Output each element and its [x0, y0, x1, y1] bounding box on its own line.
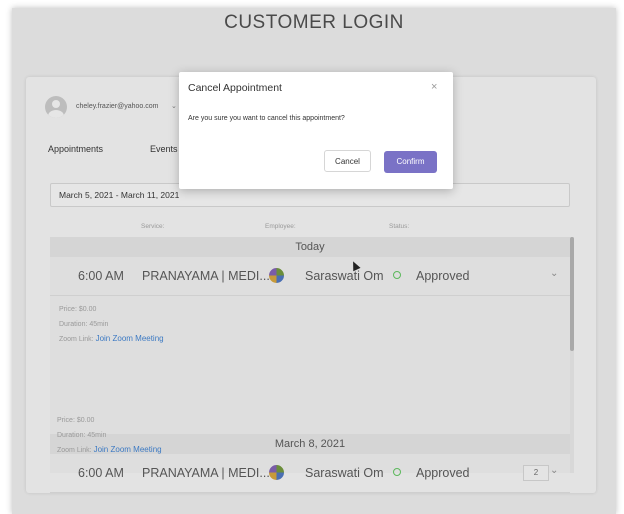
tab-appointments[interactable]: Appointments [48, 144, 103, 154]
avatar-head [52, 100, 60, 108]
appointment-row[interactable]: 6:00 AM PRANAYAMA | MEDI... Saraswati Om… [50, 257, 570, 296]
appointment-service: PRANAYAMA | MEDI... [142, 269, 270, 283]
appointment-status: Approved [416, 269, 470, 283]
dialog-title: Cancel Appointment [188, 82, 282, 94]
appointment-time: 6:00 AM [78, 466, 124, 480]
status-dot-icon [393, 468, 401, 476]
close-icon[interactable]: × [431, 81, 437, 93]
employee-avatar [269, 465, 284, 480]
column-header-employee: Employee: [265, 223, 296, 230]
appointment-count-badge: 2 [523, 465, 549, 481]
dialog-message: Are you sure you want to cancel this app… [188, 115, 345, 122]
price-value: $0.00 [78, 306, 97, 313]
user-email[interactable]: cheley.frazier@yahoo.com [76, 103, 158, 110]
appointment-details: Price: $0.00 Duration: 45min Zoom Link: … [59, 303, 164, 348]
duration-value: 45min [87, 431, 107, 439]
appointment-service: PRANAYAMA | MEDI... [142, 466, 270, 480]
price-line: Price: $0.00 [59, 303, 164, 318]
confirm-button[interactable]: Confirm [384, 151, 437, 173]
scrollbar-thumb[interactable] [570, 237, 574, 351]
chevron-down-icon[interactable]: ⌄ [171, 102, 177, 110]
appointment-status: Approved [416, 466, 470, 480]
employee-avatar [269, 268, 284, 283]
status-dot-icon [393, 271, 401, 279]
appointment-employee: Saraswati Om [305, 269, 384, 283]
zoom-meeting-link[interactable]: Join Zoom Meeting [94, 445, 162, 454]
date-range-value: March 5, 2021 - March 11, 2021 [59, 190, 180, 200]
appointment-time: 6:00 AM [78, 269, 124, 283]
price-line: Price: $0.00 [57, 414, 162, 429]
price-value: $0.00 [76, 417, 95, 424]
chevron-down-icon[interactable]: ⌄ [550, 465, 558, 476]
zoom-label: Zoom Link: [59, 336, 94, 343]
cancel-button[interactable]: Cancel [324, 150, 371, 172]
appointment-employee: Saraswati Om [305, 466, 384, 480]
column-header-status: Status: [389, 223, 410, 230]
zoom-label: Zoom Link: [57, 447, 92, 454]
zoom-meeting-link[interactable]: Join Zoom Meeting [96, 334, 164, 343]
zoom-line: Zoom Link: Join Zoom Meeting [57, 443, 162, 459]
avatar-body [48, 110, 64, 118]
appointment-details: Price: $0.00 Duration: 45min Zoom Link: … [57, 414, 162, 459]
chevron-down-icon[interactable]: ⌄ [550, 268, 558, 279]
cancel-appointment-dialog: Cancel Appointment × Are you sure you wa… [179, 72, 453, 189]
price-label: Price: [59, 306, 77, 313]
zoom-line: Zoom Link: Join Zoom Meeting [59, 332, 164, 348]
day-header: Today [50, 237, 570, 257]
avatar[interactable] [45, 96, 67, 118]
column-header-service: Service: [141, 223, 165, 230]
price-label: Price: [57, 417, 75, 424]
appointment-details-clip: Price: $0.00 Duration: 45min Zoom Link: … [36, 414, 176, 464]
duration-label: Duration: [59, 320, 88, 328]
duration-value: 45min [89, 320, 109, 328]
duration-line: Duration: 45min [57, 429, 162, 444]
tab-events[interactable]: Events [150, 144, 178, 154]
duration-line: Duration: 45min [59, 318, 164, 333]
page-title: CUSTOMER LOGIN [224, 12, 404, 33]
duration-label: Duration: [57, 431, 86, 439]
